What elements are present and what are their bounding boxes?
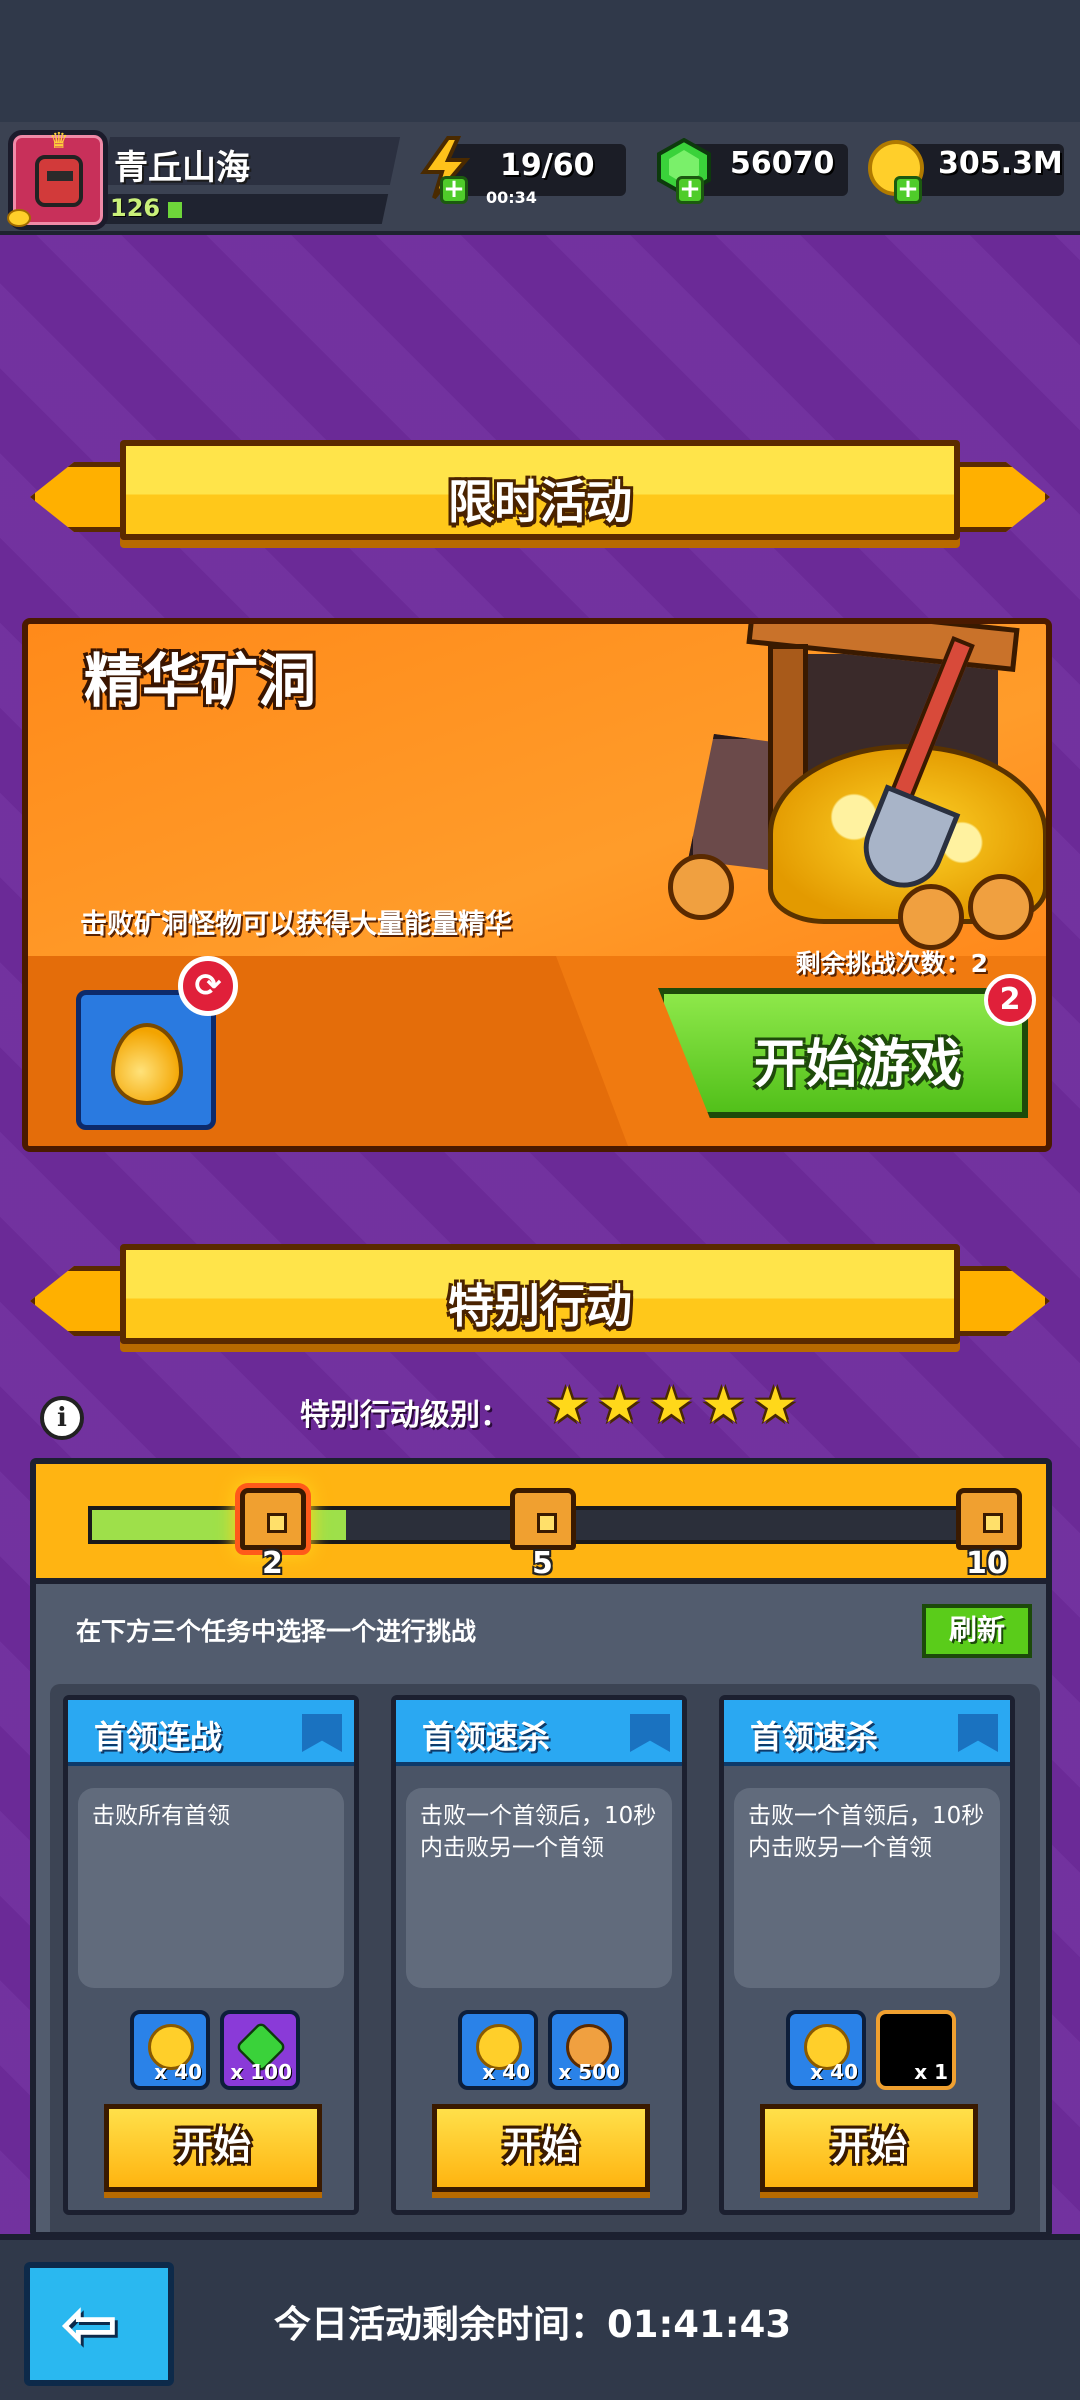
refresh-icon[interactable]: ⟳ (178, 956, 238, 1016)
task-title: 首领连战 (94, 1718, 223, 1756)
add-gems-icon[interactable]: + (676, 176, 704, 204)
ribbon-icon (630, 1714, 670, 1752)
start-game-button[interactable]: 开始游戏 (658, 988, 1028, 1118)
coin-stack-icon (7, 209, 31, 227)
event-description: 击败矿洞怪物可以获得大量能量精华 (80, 909, 512, 940)
chest-icon[interactable] (510, 1488, 576, 1550)
start-task-button[interactable]: 开始 (432, 2104, 650, 2192)
star-icon: ★ (545, 1376, 590, 1434)
task-card[interactable]: 首领速杀 击败一个首领后，10秒内击败另一个首领 x 40 x 1 开始 (719, 1695, 1015, 2215)
reward-coin[interactable]: x 40 (458, 2010, 538, 2090)
essence-drop-icon (111, 1023, 183, 1105)
ribbon-icon (958, 1714, 998, 1752)
chest-icon[interactable] (956, 1488, 1022, 1550)
mine-illustration (668, 624, 1046, 954)
essence-mine-card: 精华矿洞 击败矿洞怪物可以获得大量能量精华 剩余挑战次数：2 ⟳ 开始游戏 2 (22, 618, 1052, 1152)
event-title: 精华矿洞 (84, 647, 317, 715)
start-task-button[interactable]: 开始 (760, 2104, 978, 2192)
special-action-banner-label: 特别行动 (448, 1279, 632, 1333)
info-icon[interactable]: i (40, 1396, 84, 1440)
progress-header: 2 5 10 (36, 1464, 1046, 1584)
coins-value: 305.3M (938, 146, 1063, 181)
chest-icon[interactable] (240, 1488, 306, 1550)
reward-gem[interactable]: x 100 (220, 2010, 300, 2090)
add-coins-icon[interactable]: + (894, 176, 922, 204)
task-title: 首领速杀 (750, 1718, 879, 1756)
progress-fill (92, 1510, 346, 1540)
star-icon: ★ (753, 1376, 798, 1434)
task-description: 击败一个首领后，10秒内击败另一个首领 (734, 1788, 1000, 1988)
task-description: 击败一个首领后，10秒内击败另一个首领 (406, 1788, 672, 1988)
reward-mystery-item[interactable]: x 1 (876, 2010, 956, 2090)
task-title: 首领速杀 (422, 1718, 551, 1756)
limited-event-banner: 限时活动 (30, 432, 1050, 558)
start-task-button[interactable]: 开始 (104, 2104, 322, 2192)
level-progress-fill (168, 202, 182, 218)
back-arrow-icon: ⇦ (60, 2283, 119, 2365)
player-name: 青丘山海 (114, 148, 250, 188)
star-icon: ★ (649, 1376, 694, 1434)
level-stars: ★ ★ ★ ★ ★ (545, 1380, 801, 1436)
add-energy-icon[interactable]: + (440, 176, 468, 204)
reward-coin[interactable]: x 40 (786, 2010, 866, 2090)
task-instruction: 在下方三个任务中选择一个进行挑战 (76, 1617, 477, 1646)
top-resource-bar: ♛ 青丘山海 126 + 19/60 00:34 + 56070 + 305.3… (0, 122, 1080, 235)
ribbon-icon (302, 1714, 342, 1752)
star-icon: ★ (597, 1376, 642, 1434)
start-game-label: 开始游戏 (754, 1035, 963, 1095)
back-button[interactable]: ⇦ (24, 2262, 174, 2386)
milestone-label: 2 (262, 1546, 283, 1581)
gems-value: 56070 (730, 146, 835, 181)
reward-coin[interactable]: x 40 (130, 2010, 210, 2090)
remaining-attempts: 剩余挑战次数：2 (795, 949, 988, 978)
task-card[interactable]: 首领速杀 击败一个首领后，10秒内击败另一个首领 x 40 x 500 开始 (391, 1695, 687, 2215)
player-avatar[interactable]: ♛ (7, 129, 108, 230)
attempts-badge: 2 (984, 974, 1036, 1026)
player-level: 126 (110, 194, 161, 222)
reward-lion-token[interactable]: x 500 (548, 2010, 628, 2090)
bottom-bar: ⇦ 今日活动剩余时间：01:41:43 (0, 2234, 1080, 2400)
crown-icon: ♛ (49, 129, 69, 154)
special-action-banner: 特别行动 (30, 1236, 1050, 1362)
avatar-face-icon (35, 155, 83, 207)
task-card[interactable]: 首领连战 击败所有首领 x 40 x 100 开始 (63, 1695, 359, 2215)
remaining-time: 今日活动剩余时间：01:41:43 (274, 2303, 792, 2346)
refresh-button[interactable]: 刷新 (922, 1604, 1032, 1658)
task-description: 击败所有首领 (78, 1788, 344, 1988)
limited-event-banner-label: 限时活动 (448, 475, 632, 529)
milestone-label: 5 (532, 1546, 553, 1581)
status-strip (0, 0, 1080, 122)
special-action-level-label: 特别行动级别： (300, 1398, 510, 1433)
star-icon: ★ (701, 1376, 746, 1434)
milestone-label: 10 (966, 1546, 1008, 1581)
energy-value: 19/60 (500, 148, 595, 183)
energy-timer: 00:34 (486, 188, 537, 207)
